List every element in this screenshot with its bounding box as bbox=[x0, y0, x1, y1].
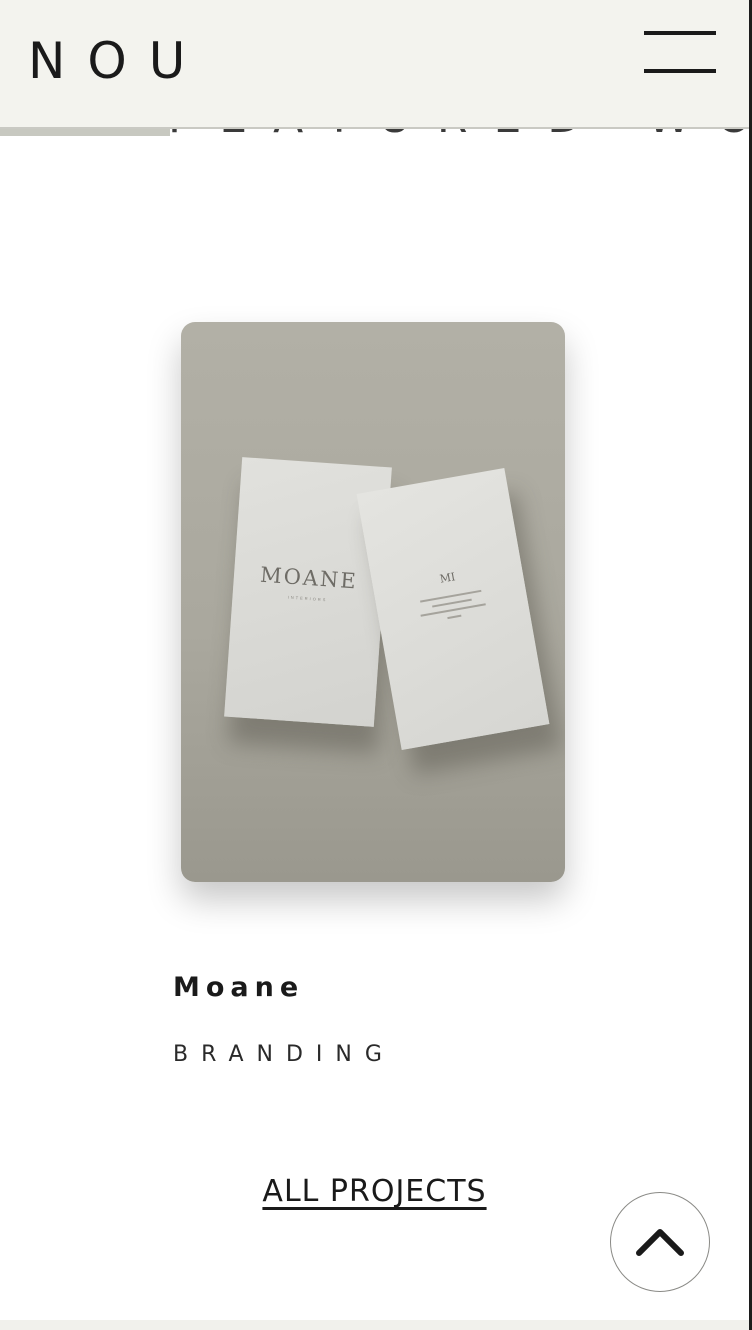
back-to-top-button[interactable] bbox=[610, 1192, 710, 1292]
chevron-up-icon bbox=[636, 1229, 684, 1256]
card-brand-text: MOANE bbox=[259, 562, 359, 594]
card-monogram: MI bbox=[438, 570, 457, 586]
business-card-back: MI bbox=[356, 467, 550, 751]
menu-line-bottom bbox=[644, 69, 716, 73]
hamburger-menu-icon[interactable] bbox=[644, 31, 716, 75]
project-title[interactable]: Moane bbox=[173, 972, 304, 1004]
site-header: NOU bbox=[0, 0, 749, 129]
footer-strip bbox=[0, 1320, 752, 1330]
project-category: BRANDING bbox=[173, 1042, 395, 1067]
scroll-progress-bar bbox=[0, 129, 170, 136]
logo[interactable]: NOU bbox=[28, 36, 207, 86]
project-image[interactable]: MOANE INTERIORS MI bbox=[181, 322, 565, 882]
card-contact-lines bbox=[416, 589, 490, 629]
menu-line-top bbox=[644, 31, 716, 35]
page: FEATURED WORK NOU MOANE INTERIORS MI Moa… bbox=[0, 0, 752, 1330]
